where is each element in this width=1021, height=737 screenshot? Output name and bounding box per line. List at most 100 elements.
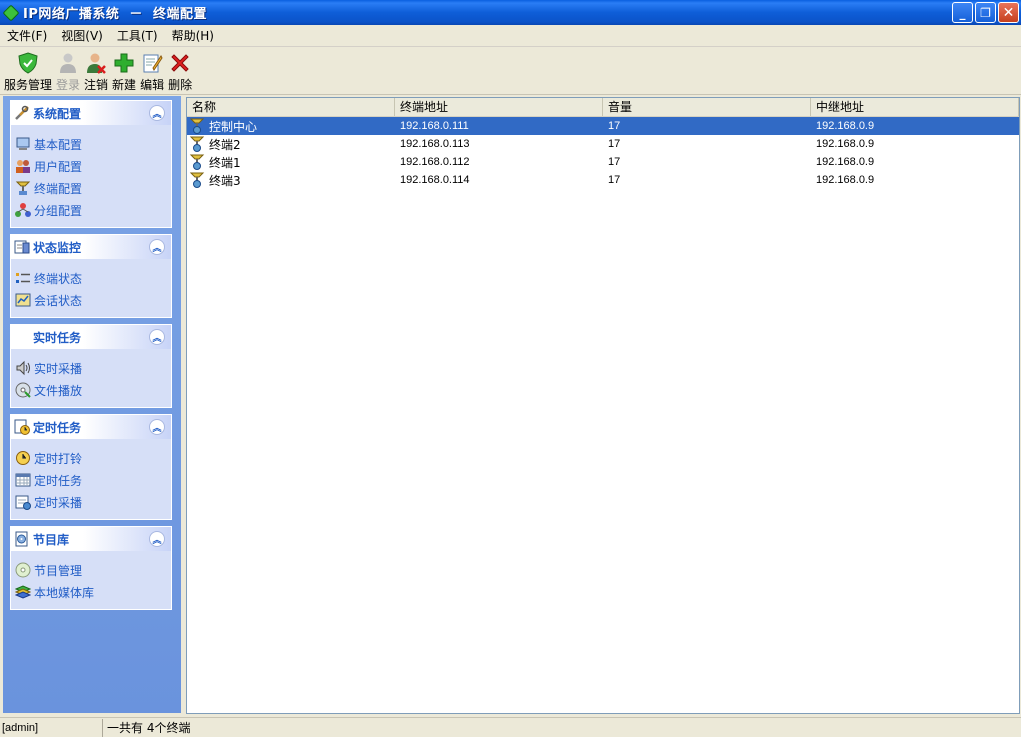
sidebar-item-basic-config[interactable]: 基本配置 (15, 133, 171, 155)
sidebar-item-scheduled-bell[interactable]: 定时打铃 (15, 447, 171, 469)
menu-view[interactable]: 视图(V) (54, 25, 110, 47)
sidebar-item-label: 定时打铃 (34, 451, 83, 466)
chevron-up-icon[interactable]: ︽ (149, 531, 165, 547)
title-bar: IP网络广播系统 － 终端配置 _ ❐ ✕ (0, 0, 1021, 25)
sidebar-item-user-config[interactable]: 用户配置 (15, 155, 171, 177)
monitor-icon (14, 239, 30, 255)
panel-header[interactable]: 定时任务 ︽ (11, 415, 171, 439)
table-row[interactable]: 终端1 192.168.0.112 17 192.168.0.9 (187, 153, 1019, 171)
row-volume: 17 (608, 174, 621, 186)
sidebar-item-label: 终端配置 (34, 181, 83, 196)
column-header-address[interactable]: 终端地址 (395, 98, 603, 116)
row-name: 控制中心 (209, 119, 258, 134)
sidebar-item-terminal-status[interactable]: 终端状态 (15, 267, 171, 289)
panel-title: 定时任务 (33, 420, 82, 435)
status-user: [admin] (0, 718, 103, 737)
sidebar-item-program-manage[interactable]: 节目管理 (15, 559, 171, 581)
column-header-relay[interactable]: 中继地址 (811, 98, 1019, 116)
user-logout-icon (84, 51, 108, 74)
close-button[interactable]: ✕ (998, 2, 1019, 23)
sidebar-item-label: 定时任务 (34, 473, 83, 488)
table-row[interactable]: 控制中心 192.168.0.111 17 192.168.0.9 (187, 117, 1019, 135)
delete-label: 删除 (168, 78, 193, 92)
menu-tools[interactable]: 工具(T) (110, 25, 165, 47)
schedule-icon (15, 494, 31, 510)
alarm-clock-icon (15, 450, 31, 466)
panel-header[interactable]: 实时任务 ︽ (11, 325, 171, 349)
sidebar-item-label: 节目管理 (34, 563, 83, 578)
session-icon (15, 292, 31, 308)
status-bar: [admin] 一共有 4个终端 (0, 717, 1021, 737)
sidebar-item-file-play[interactable]: 文件播放 (15, 379, 171, 401)
panel-header[interactable]: 系统配置 ︽ (11, 101, 171, 125)
sidebar-item-session-status[interactable]: 会话状态 (15, 289, 171, 311)
sidebar-item-realtime-broadcast[interactable]: 实时采播 (15, 357, 171, 379)
chevron-up-icon[interactable]: ︽ (149, 419, 165, 435)
panel-scheduled-task: 定时任务 ︽ 定时打铃 定时任务 定时采播 (10, 414, 172, 520)
panel-header[interactable]: 状态监控 ︽ (11, 235, 171, 259)
row-address: 192.168.0.114 (400, 174, 470, 186)
menu-file[interactable]: 文件(F) (0, 25, 54, 47)
edit-button[interactable]: 编辑 (140, 47, 164, 93)
sidebar-item-local-media[interactable]: 本地媒体库 (15, 581, 171, 603)
table-row[interactable]: 终端3 192.168.0.114 17 192.168.0.9 (187, 171, 1019, 189)
row-relay: 192.168.0.9 (816, 174, 875, 186)
sidebar-item-label: 基本配置 (34, 137, 83, 152)
chevron-up-icon[interactable]: ︽ (149, 239, 165, 255)
list-header: 名称 终端地址 音量 中继地址 (187, 98, 1019, 117)
sidebar-item-label: 终端状态 (34, 271, 83, 286)
window-controls: _ ❐ ✕ (952, 2, 1019, 23)
speaker-icon (15, 360, 31, 376)
row-name: 终端2 (209, 137, 241, 152)
row-volume: 17 (608, 138, 621, 150)
menu-help[interactable]: 帮助(H) (165, 25, 221, 47)
row-relay: 192.168.0.9 (816, 120, 875, 132)
sidebar-item-scheduled-broadcast[interactable]: 定时采播 (15, 491, 171, 513)
chevron-up-icon[interactable]: ︽ (149, 329, 165, 345)
disc-icon (15, 382, 31, 398)
panel-status-monitor: 状态监控 ︽ 终端状态 会话状态 (10, 234, 172, 318)
terminal-icon (189, 154, 205, 170)
row-relay: 192.168.0.9 (816, 138, 875, 150)
minimize-button[interactable]: _ (952, 2, 973, 23)
panel-program-library: 节目库 ︽ 节目管理 本地媒体库 (10, 526, 172, 610)
terminal-icon (15, 180, 31, 196)
maximize-button[interactable]: ❐ (975, 2, 996, 23)
sidebar-item-terminal-config[interactable]: 终端配置 (15, 177, 171, 199)
sidebar-item-label: 文件播放 (34, 383, 83, 398)
sidebar-item-label: 用户配置 (34, 159, 83, 174)
table-row[interactable]: 终端2 192.168.0.113 17 192.168.0.9 (187, 135, 1019, 153)
panel-title: 实时任务 (33, 330, 82, 345)
row-volume: 17 (608, 156, 621, 168)
sidebar-item-label: 会话状态 (34, 293, 83, 308)
terminal-list[interactable]: 名称 终端地址 音量 中继地址 控制中心 192.168.0.111 17 19… (186, 97, 1020, 714)
plus-icon (112, 51, 136, 74)
edit-icon (140, 51, 164, 74)
sidebar-item-scheduled-task[interactable]: 定时任务 (15, 469, 171, 491)
terminal-icon (189, 172, 205, 188)
media-stack-icon (15, 584, 31, 600)
toolbar: 服务管理 登录 注销 新建 编辑 删除 (0, 47, 1021, 95)
sidebar-item-group-config[interactable]: 分组配置 (15, 199, 171, 221)
panel-realtime-task: 实时任务 ︽ 实时采播 文件播放 (10, 324, 172, 408)
logout-button[interactable]: 注销 (84, 47, 108, 93)
status-list-icon (15, 270, 31, 286)
delete-button[interactable]: 删除 (168, 47, 192, 93)
delete-icon (168, 51, 192, 74)
row-volume: 17 (608, 120, 621, 132)
panel-header[interactable]: 节目库 ︽ (11, 527, 171, 551)
shield-icon (16, 51, 40, 74)
chevron-up-icon[interactable]: ︽ (149, 105, 165, 121)
row-relay: 192.168.0.9 (816, 156, 875, 168)
panel-system-config: 系统配置 ︽ 基本配置 用户配置 终端配置 分组配置 (10, 100, 172, 228)
group-icon (15, 202, 31, 218)
column-header-volume[interactable]: 音量 (603, 98, 811, 116)
login-label: 登录 (56, 78, 81, 92)
new-button[interactable]: 新建 (112, 47, 136, 93)
column-header-name[interactable]: 名称 (187, 98, 395, 116)
login-button[interactable]: 登录 (56, 47, 80, 93)
service-manage-button[interactable]: 服务管理 (4, 47, 52, 93)
row-address: 192.168.0.113 (400, 138, 470, 150)
tools-icon (14, 105, 30, 121)
app-icon (2, 4, 20, 21)
